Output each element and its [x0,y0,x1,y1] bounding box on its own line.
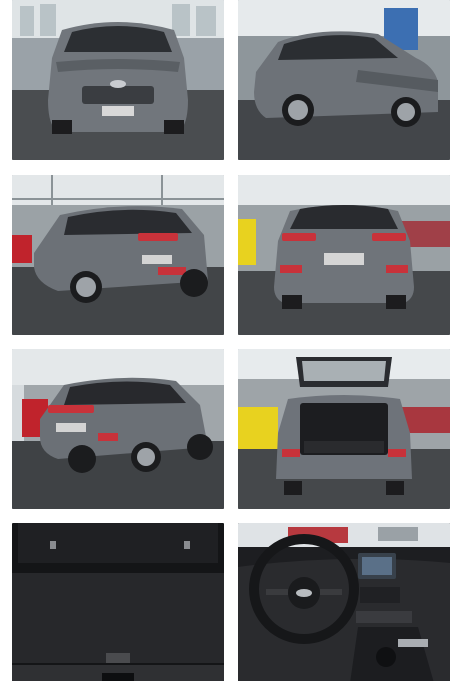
photo-rear-view[interactable] [238,175,450,335]
photo-front-three-quarter[interactable] [238,0,450,160]
photo-rear-image [238,175,450,335]
photo-rear-three-quarter-image [12,175,224,335]
photo-front-image [12,0,224,160]
photo-trunk-image [12,523,224,681]
photo-front-three-quarter-image [238,0,450,160]
photo-rear-wide-image [12,349,224,509]
photo-open-tailgate[interactable] [238,349,450,509]
photo-rear-three-quarter[interactable] [12,175,224,335]
photo-trunk-interior[interactable] [12,523,224,681]
photo-dashboard-interior[interactable] [238,523,450,681]
photo-open-tailgate-image [238,349,450,509]
photo-dashboard-image [238,523,450,681]
license-plate [102,106,134,116]
photo-rear-three-quarter-wide[interactable] [12,349,224,509]
photo-gallery [0,0,452,681]
photo-front-view[interactable] [12,0,224,160]
